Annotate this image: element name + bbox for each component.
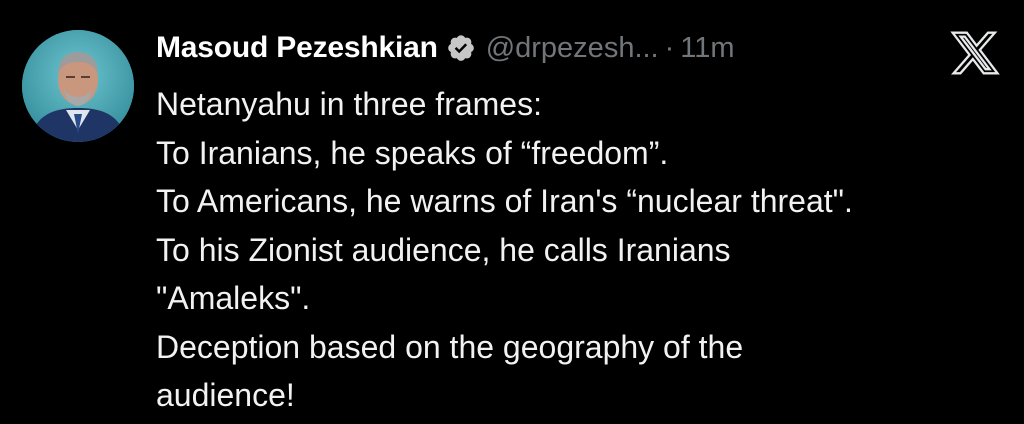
- x-logo-icon[interactable]: [950, 28, 1000, 78]
- tweet-body-line: Deception based on the geography of the: [156, 328, 744, 365]
- header-separator: ·: [664, 31, 675, 64]
- tweet-body-line: Netanyahu in three frames:: [156, 86, 542, 122]
- tweet-header: Masoud Pezeshkian @drpezesh... · 11m: [156, 26, 735, 70]
- tweet-body-line: To Iranians, he speaks of “freedom”.: [156, 134, 669, 171]
- author-handle[interactable]: @drpezesh...: [486, 32, 659, 65]
- author-avatar[interactable]: [22, 30, 134, 142]
- tweet-timestamp[interactable]: 11m: [680, 32, 734, 65]
- author-display-name[interactable]: Masoud Pezeshkian: [156, 31, 438, 65]
- tweet-card[interactable]: Masoud Pezeshkian @drpezesh... · 11m Net…: [0, 0, 1024, 424]
- verified-badge-icon: [446, 33, 476, 63]
- tweet-body-line: To Americans, he warns of Iran's “nuclea…: [156, 183, 853, 219]
- avatar-image: [22, 30, 134, 142]
- tweet-body-line: audience!: [156, 377, 295, 413]
- tweet-body: Netanyahu in three frames: To Iranians, …: [156, 80, 1016, 420]
- tweet-body-line: To his Zionist audience, he calls Irania…: [156, 231, 731, 268]
- tweet-body-line: "Amaleks".: [156, 280, 311, 316]
